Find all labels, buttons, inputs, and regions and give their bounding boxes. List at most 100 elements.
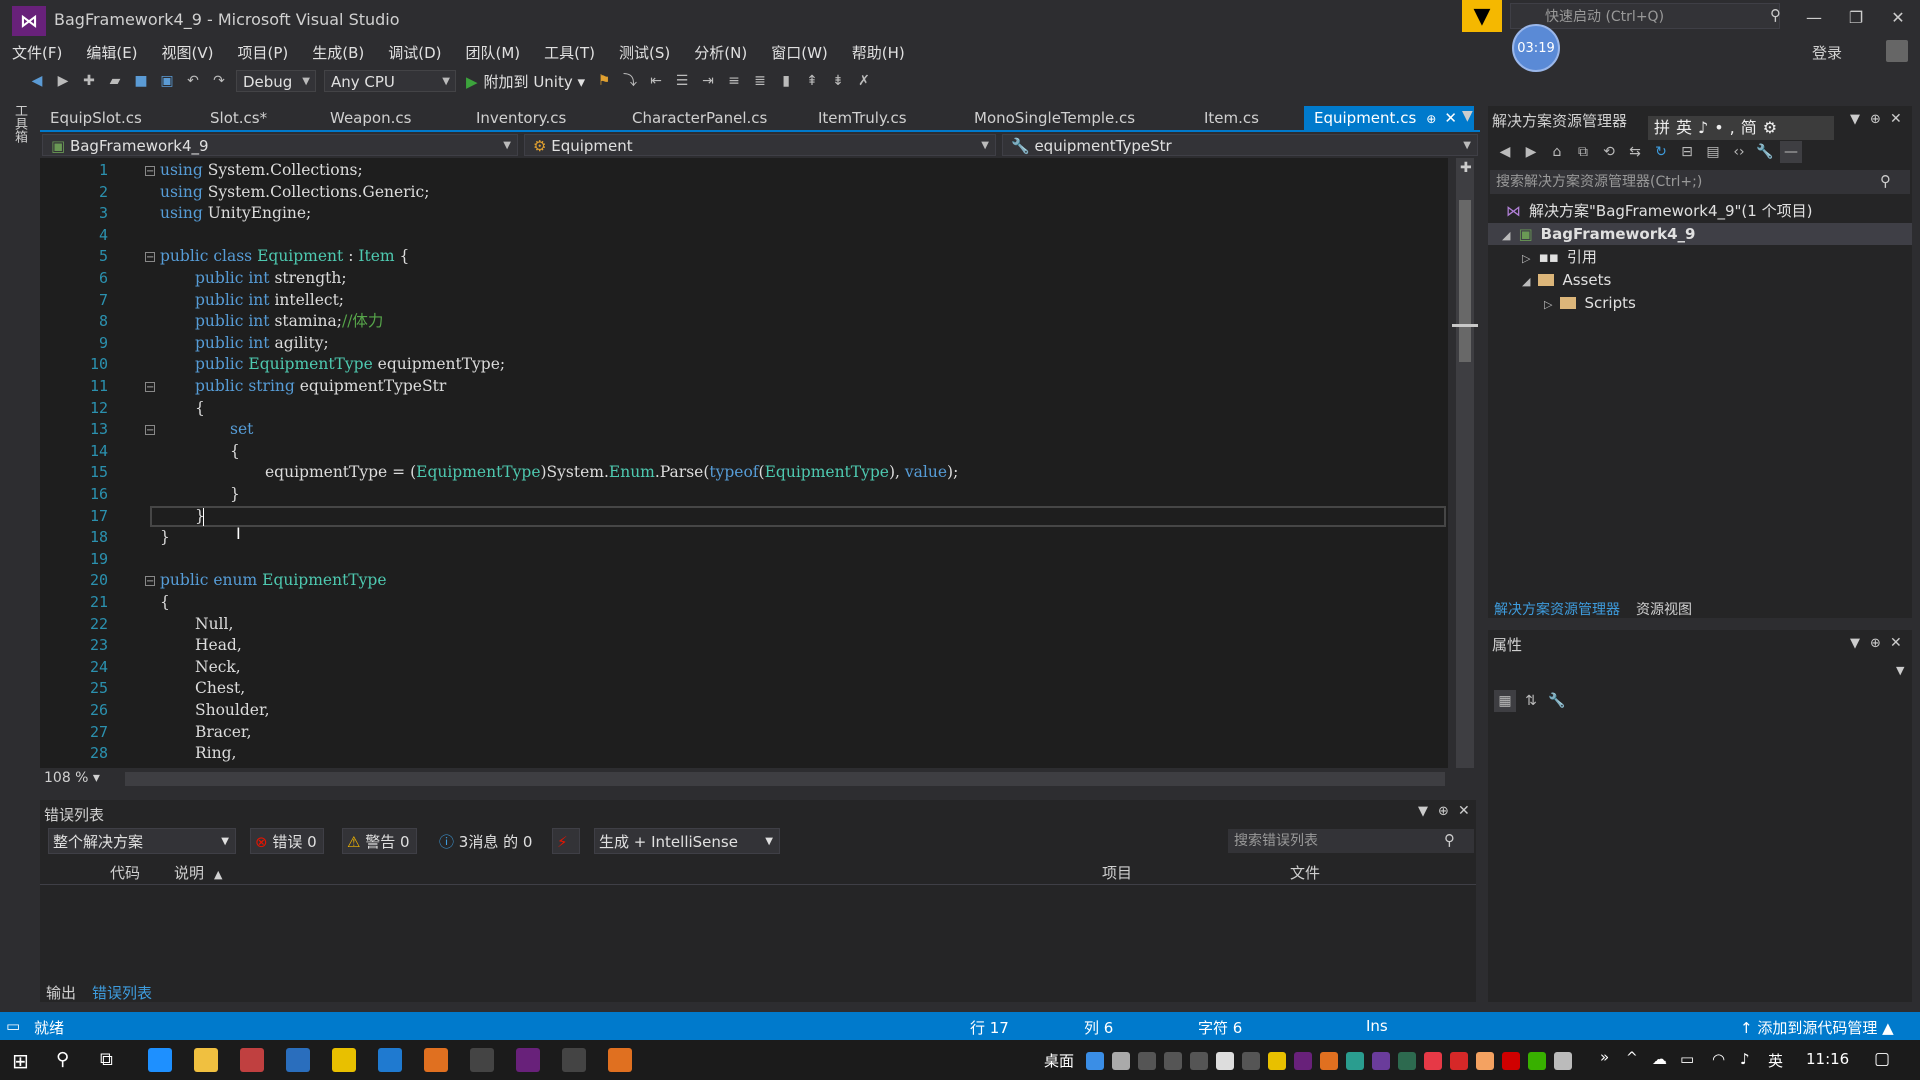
vertical-scroll-thumb[interactable] (1459, 200, 1471, 362)
unity-icon[interactable] (562, 1048, 586, 1072)
menu-help[interactable]: 帮助(H) (852, 42, 905, 63)
tab-error-list[interactable]: 错误列表 (92, 982, 152, 1003)
uncomment-icon[interactable]: ≣ (749, 70, 771, 92)
tab-overflow-icon[interactable]: ▼ (1462, 108, 1473, 124)
tray-overflow-icon[interactable]: » (1600, 1048, 1609, 1066)
bookmark-icon[interactable]: ▮ (775, 70, 797, 92)
zoom-select[interactable]: 108 % ▾ (44, 770, 100, 786)
errors-filter-button[interactable]: ⊗ 错误 0 (250, 828, 324, 854)
filter-clear-icon[interactable]: ⚡ (552, 828, 580, 854)
menu-window[interactable]: 窗口(W) (771, 42, 828, 63)
prev-bookmark-icon[interactable]: ⇞ (801, 70, 823, 92)
tray-app-icon[interactable] (1112, 1052, 1130, 1070)
battery-icon[interactable]: ▭ (1680, 1050, 1694, 1068)
column-header-file[interactable]: 文件 (1290, 862, 1320, 883)
tab-slot[interactable]: Slot.cs* (200, 106, 320, 130)
unity-icon[interactable] (470, 1048, 494, 1072)
menu-file[interactable]: 文件(F) (12, 42, 62, 63)
tab-solution-explorer[interactable]: 解决方案资源管理器 (1494, 599, 1620, 619)
tab-resource-view[interactable]: 资源视图 (1636, 599, 1692, 619)
project-nav-select[interactable]: ▣ BagFramework4_9 ▼ (42, 134, 518, 156)
app-icon[interactable] (608, 1048, 632, 1072)
notifications-icon[interactable]: ▢ (1874, 1049, 1890, 1069)
tray-app-icon[interactable] (1398, 1052, 1416, 1070)
indent-icon[interactable]: ⇥ (697, 70, 719, 92)
expanded-triangle-icon[interactable]: ◢ (1522, 275, 1530, 288)
windows-start-icon[interactable]: ⊞ (12, 1049, 29, 1073)
tab-characterpanel[interactable]: CharacterPanel.cs (622, 106, 808, 130)
platform-select[interactable]: Any CPU ▼ (324, 70, 456, 92)
tray-app-icon[interactable] (1242, 1052, 1260, 1070)
tray-app-icon[interactable] (1502, 1052, 1520, 1070)
build-filter-select[interactable]: 生成 + IntelliSense ▼ (594, 828, 780, 854)
panel-menu-icon[interactable]: ▼ (1850, 112, 1860, 127)
new-project-icon[interactable]: ✚ (78, 70, 100, 92)
tab-equipment[interactable]: Equipment.cs ⊕ ✕ (1304, 106, 1474, 130)
tray-app-icon[interactable] (1424, 1052, 1442, 1070)
view-code-icon[interactable]: ‹› (1728, 141, 1750, 163)
collapse-toggle-icon[interactable]: − (145, 166, 155, 177)
error-scope-select[interactable]: 整个解决方案 ▼ (48, 828, 236, 854)
tray-app-icon[interactable] (1320, 1052, 1338, 1070)
find-in-files-icon[interactable]: ⚑ (593, 70, 615, 92)
collapse-toggle-icon[interactable]: − (145, 382, 155, 393)
menu-edit[interactable]: 编辑(E) (86, 42, 137, 63)
input-language[interactable]: 英 (1768, 1050, 1783, 1071)
wifi-icon[interactable]: ◠ (1712, 1050, 1725, 1068)
tray-app-icon[interactable] (1294, 1052, 1312, 1070)
menu-team[interactable]: 团队(M) (466, 42, 521, 63)
tray-app-icon[interactable] (1450, 1052, 1468, 1070)
close-window-button[interactable]: ✕ (1878, 6, 1918, 30)
app-icon[interactable] (240, 1048, 264, 1072)
properties-wrench-icon[interactable]: 🔧 (1754, 141, 1776, 163)
tab-output[interactable]: 输出 (46, 982, 76, 1003)
panel-menu-icon[interactable]: ▼ (1850, 636, 1860, 651)
column-header-code[interactable]: 代码 (110, 862, 140, 883)
tab-itemtruly[interactable]: ItemTruly.cs (808, 106, 964, 130)
menu-project[interactable]: 项目(P) (238, 42, 289, 63)
format-icon[interactable]: ☰ (671, 70, 693, 92)
clear-bookmarks-icon[interactable]: ✗ (853, 70, 875, 92)
collapse-all-icon[interactable]: ⊟ (1676, 141, 1698, 163)
open-file-icon[interactable]: ▰ (104, 70, 126, 92)
panel-menu-icon[interactable]: ▼ (1418, 804, 1428, 819)
tray-app-icon[interactable] (1476, 1052, 1494, 1070)
login-link[interactable]: 登录 (1812, 42, 1842, 63)
notification-flag-icon[interactable]: ▼ (1462, 0, 1502, 32)
onedrive-icon[interactable] (1086, 1052, 1104, 1070)
tray-app-icon[interactable] (1554, 1052, 1572, 1070)
back-icon[interactable]: ◀ (1494, 141, 1516, 163)
expanded-triangle-icon[interactable]: ◢ (1502, 229, 1510, 242)
quick-launch-input[interactable]: 快速启动 (Ctrl+Q) (1510, 3, 1780, 29)
tab-item[interactable]: Item.cs (1194, 106, 1304, 130)
pin-icon[interactable]: ⊕ (1870, 636, 1881, 651)
file-explorer-icon[interactable] (194, 1048, 218, 1072)
collapsed-triangle-icon[interactable]: ▷ (1522, 252, 1530, 265)
error-search-input[interactable]: 搜索错误列表 (1228, 829, 1474, 853)
refresh-icon[interactable]: ↻ (1650, 141, 1672, 163)
column-header-project[interactable]: 项目 (1102, 862, 1132, 883)
tree-item-project[interactable]: ◢ ▣ BagFramework4_9 (1488, 223, 1912, 245)
member-nav-select[interactable]: 🔧 equipmentTypeStr ▼ (1002, 134, 1478, 156)
tree-item-assets[interactable]: ◢ Assets (1522, 269, 1611, 291)
warnings-filter-button[interactable]: ⚠ 警告 0 (342, 828, 417, 854)
close-icon[interactable]: ✕ (1458, 803, 1470, 819)
task-view-icon[interactable]: ⧉ (100, 1049, 113, 1070)
collapsed-triangle-icon[interactable]: ▷ (1544, 298, 1552, 311)
save-icon[interactable]: ■ (130, 70, 152, 92)
collapse-toggle-icon[interactable]: − (145, 576, 155, 587)
tray-app-icon[interactable] (1268, 1052, 1286, 1070)
pin-icon[interactable]: ⊕ (1426, 112, 1436, 126)
back-icon[interactable]: ◀ (26, 70, 48, 92)
search-icon[interactable]: ⚲ (1444, 831, 1455, 849)
forward-icon[interactable]: ▶ (1520, 141, 1542, 163)
tray-app-icon[interactable] (1138, 1052, 1156, 1070)
categorized-icon[interactable]: ▦ (1494, 690, 1516, 712)
wechat-icon[interactable] (1528, 1052, 1546, 1070)
ime-toolbar[interactable]: 拼英♪•,简⚙ (1648, 116, 1834, 140)
close-icon[interactable]: ✕ (1444, 109, 1457, 127)
menu-test[interactable]: 测试(S) (619, 42, 670, 63)
tab-inventory[interactable]: Inventory.cs (466, 106, 622, 130)
undo-icon[interactable]: ↶ (182, 70, 204, 92)
property-pages-icon[interactable]: 🔧 (1546, 690, 1568, 712)
